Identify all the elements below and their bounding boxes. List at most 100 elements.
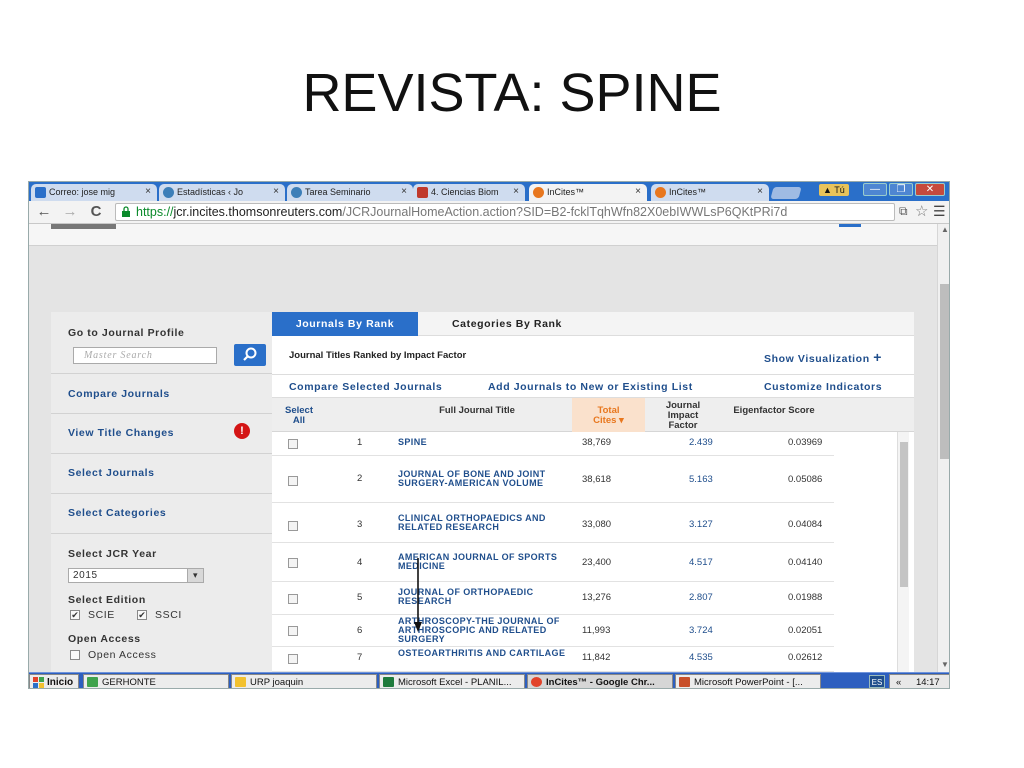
row-eigenfactor: 0.03969 — [788, 437, 823, 448]
tab-categories-by-rank[interactable]: Categories By Rank — [418, 312, 914, 336]
annotation-arrow-icon — [414, 558, 422, 632]
tab-label: Correo: jose mig — [49, 187, 116, 197]
bookmark-star-icon[interactable]: ☆ — [915, 202, 928, 220]
row-checkbox[interactable] — [288, 439, 298, 449]
reload-button[interactable]: C — [87, 203, 105, 221]
full-title-header[interactable]: Full Journal Title — [422, 406, 532, 416]
browser-tab-outlook[interactable]: Correo: jose mig × — [31, 184, 157, 201]
browser-tab-incites-active[interactable]: InCites™ × — [529, 184, 647, 201]
user-badge[interactable]: ▲ Tú — [819, 184, 849, 196]
add-journals-link[interactable]: Add Journals to New or Existing List — [488, 381, 693, 393]
tab-close-icon[interactable]: × — [145, 186, 151, 197]
row-journal-title[interactable]: OSTEOARTHRITIS AND CARTILAGE — [398, 649, 568, 658]
page-action-icon[interactable]: ⧉ — [899, 204, 908, 219]
open-access-label: Open Access — [88, 649, 157, 661]
alert-icon: ! — [234, 423, 250, 439]
tray-expand-icon[interactable]: « — [896, 677, 901, 688]
scroll-down-icon[interactable]: ▼ — [941, 660, 949, 669]
windows-logo-icon — [33, 677, 44, 688]
row-journal-title[interactable]: JOURNAL OF BONE AND JOINT SURGERY-AMERIC… — [398, 470, 568, 488]
open-access-checkbox[interactable] — [70, 650, 80, 660]
select-journals-link[interactable]: Select Journals — [68, 467, 155, 479]
total-cites-header[interactable]: Total Cites ▾ — [572, 406, 645, 426]
taskbar-item-gerhonte[interactable]: GERHONTE — [83, 674, 229, 688]
maximize-button[interactable]: ❐ — [889, 183, 913, 196]
page-scrollbar-thumb[interactable] — [940, 284, 949, 459]
taskbar-item-excel[interactable]: Microsoft Excel - PLANIL... — [379, 674, 525, 688]
start-button[interactable]: Inicio — [29, 674, 79, 688]
row-checkbox[interactable] — [288, 626, 298, 636]
row-total-cites: 38,618 — [582, 474, 612, 485]
tab-close-icon[interactable]: × — [513, 186, 519, 197]
select-all-link[interactable]: Select All — [280, 406, 318, 426]
browser-menu-icon[interactable]: ☰ — [933, 203, 946, 220]
language-indicator[interactable]: ES — [869, 675, 885, 688]
show-visualization-link[interactable]: Show Visualization + — [764, 349, 882, 365]
eigenfactor-header[interactable]: Eigenfactor Score — [718, 406, 830, 416]
compare-journals-link[interactable]: Compare Journals — [68, 388, 170, 400]
taskbar-item-urp[interactable]: URP joaquin — [231, 674, 377, 688]
row-journal-title[interactable]: ARTHROSCOPY-THE JOURNAL OF ARTHROSCOPIC … — [398, 617, 568, 644]
table-scrollbar[interactable] — [897, 432, 909, 672]
table-row[interactable]: 7 OSTEOARTHRITIS AND CARTILAGE 11,842 4.… — [272, 647, 834, 672]
slide: REVISTA: SPINE Correo: jose mig × Estadí… — [0, 0, 1024, 768]
tab-close-icon[interactable]: × — [273, 186, 279, 197]
table-row[interactable]: 3 CLINICAL ORTHOPAEDICS AND RELATED RESE… — [272, 503, 834, 543]
row-checkbox[interactable] — [288, 594, 298, 604]
tab-journals-by-rank[interactable]: Journals By Rank — [272, 312, 418, 336]
browser-tab-estadisticas[interactable]: Estadísticas ‹ Jo × — [159, 184, 285, 201]
row-rank: 5 — [357, 592, 363, 603]
browser-tab-ciencias[interactable]: 4. Ciencias Biom × — [413, 184, 525, 201]
compare-journals-block[interactable]: Compare Journals — [51, 374, 272, 414]
row-checkbox[interactable] — [288, 558, 298, 568]
plus-icon: + — [873, 349, 883, 365]
table-row[interactable]: 5 JOURNAL OF ORTHOPAEDIC RESEARCH 13,276… — [272, 582, 834, 615]
row-checkbox[interactable] — [288, 521, 298, 531]
forward-button[interactable]: → — [61, 203, 79, 221]
select-journals-block[interactable]: Select Journals — [51, 454, 272, 494]
tab-close-icon[interactable]: × — [757, 186, 763, 197]
master-search-input[interactable]: Master Search — [73, 347, 217, 364]
scie-checkbox[interactable]: ✔ — [70, 610, 80, 620]
taskbar-item-chrome[interactable]: InCites™ - Google Chr... — [527, 674, 673, 688]
browser-tab-incites[interactable]: InCites™ × — [651, 184, 769, 201]
journal-table: 1 SPINE 38,769 2.439 0.03969 2 JOURNAL O… — [272, 432, 834, 672]
view-title-changes-link[interactable]: View Title Changes — [68, 427, 174, 439]
browser-tab-tarea[interactable]: Tarea Seminario × — [287, 184, 413, 201]
search-icon — [243, 347, 257, 361]
row-journal-title[interactable]: AMERICAN JOURNAL OF SPORTS MEDICINE — [398, 553, 568, 571]
address-bar[interactable]: https://jcr.incites.thomsonreuters.com/J… — [115, 203, 895, 221]
scroll-up-icon[interactable]: ▲ — [941, 225, 949, 234]
table-scrollbar-thumb[interactable] — [900, 442, 908, 587]
row-checkbox[interactable] — [288, 654, 298, 664]
row-journal-title[interactable]: SPINE — [398, 438, 568, 447]
journal-profile-block: Go to Journal Profile Master Search — [51, 312, 272, 374]
row-journal-title[interactable]: JOURNAL OF ORTHOPAEDIC RESEARCH — [398, 588, 568, 606]
tab-close-icon[interactable]: × — [635, 186, 641, 197]
page-viewport: Go to Journal Profile Master Search Comp… — [29, 224, 937, 672]
close-window-button[interactable]: ✕ — [915, 183, 945, 196]
new-tab-button[interactable] — [770, 187, 802, 199]
taskbar-item-powerpoint[interactable]: Microsoft PowerPoint - [... — [675, 674, 821, 688]
jcr-year-select[interactable]: 2015 ▾ — [68, 568, 204, 583]
row-checkbox[interactable] — [288, 476, 298, 486]
table-row[interactable]: 2 JOURNAL OF BONE AND JOINT SURGERY-AMER… — [272, 456, 834, 503]
table-row[interactable]: 6 ARTHROSCOPY-THE JOURNAL OF ARTHROSCOPI… — [272, 615, 834, 647]
table-row[interactable]: 4 AMERICAN JOURNAL OF SPORTS MEDICINE 23… — [272, 543, 834, 582]
ssci-checkbox[interactable]: ✔ — [137, 610, 147, 620]
select-categories-block[interactable]: Select Categories — [51, 494, 272, 534]
network-icon — [87, 677, 98, 687]
row-eigenfactor: 0.02612 — [788, 652, 823, 663]
customize-indicators-link[interactable]: Customize Indicators — [764, 381, 882, 393]
table-row[interactable]: 1 SPINE 38,769 2.439 0.03969 — [272, 432, 834, 456]
search-button[interactable] — [234, 344, 266, 366]
user-name: Tú — [834, 185, 845, 195]
select-categories-link[interactable]: Select Categories — [68, 507, 166, 519]
row-journal-title[interactable]: CLINICAL ORTHOPAEDICS AND RELATED RESEAR… — [398, 514, 568, 532]
jif-header[interactable]: Journal Impact Factor — [655, 401, 711, 431]
page-scrollbar[interactable]: ▲ ▼ — [937, 224, 949, 672]
tab-close-icon[interactable]: × — [401, 186, 407, 197]
compare-selected-journals-link[interactable]: Compare Selected Journals — [289, 381, 442, 393]
minimize-button[interactable]: — — [863, 183, 887, 196]
back-button[interactable]: ← — [35, 203, 53, 221]
